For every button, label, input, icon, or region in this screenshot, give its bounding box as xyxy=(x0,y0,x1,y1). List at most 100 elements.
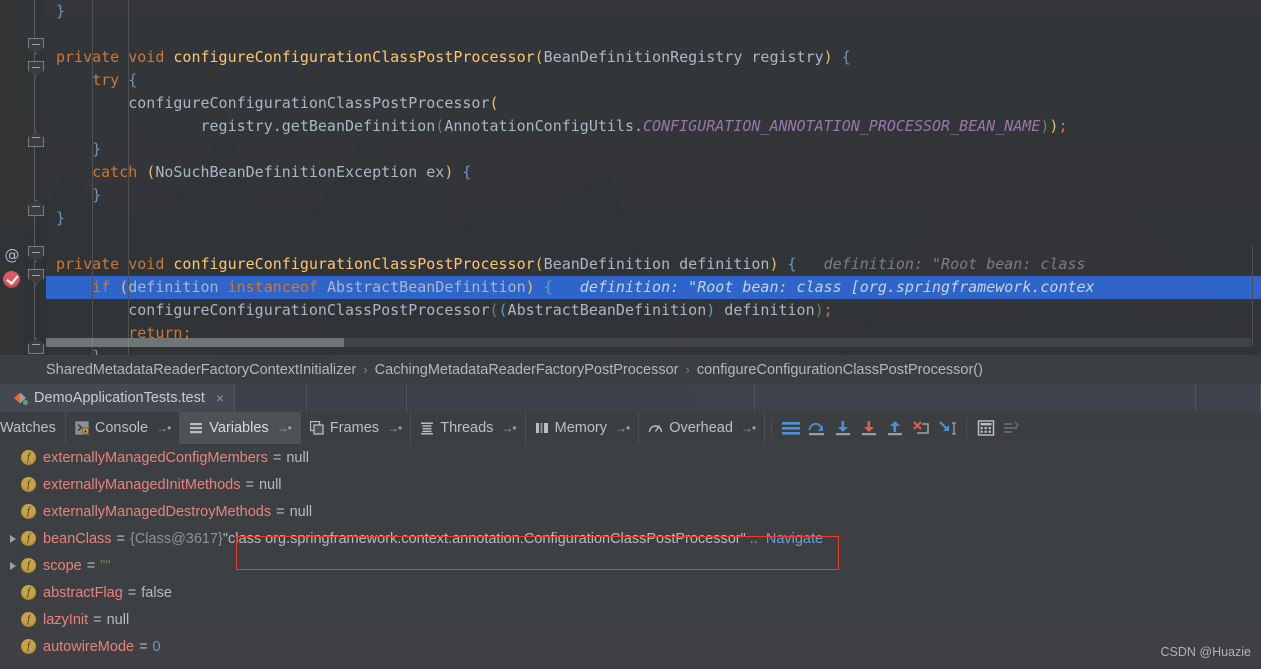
editor-right-margin xyxy=(1252,246,1253,346)
navigate-link[interactable]: Navigate xyxy=(766,531,823,547)
pin-icon[interactable]: →• xyxy=(615,421,630,435)
code-line[interactable]: } xyxy=(46,184,1261,207)
code-line[interactable]: } xyxy=(46,138,1261,161)
step-into-icon[interactable] xyxy=(830,415,856,441)
code-token: { xyxy=(462,163,472,181)
threads-icon xyxy=(420,421,434,435)
code-line[interactable]: } xyxy=(46,0,1261,23)
step-over-icon[interactable] xyxy=(804,415,830,441)
indent-guide xyxy=(92,69,93,92)
code-token: BeanDefinitionRegistry registry xyxy=(543,48,824,66)
tab-threads[interactable]: Threads →• xyxy=(411,412,526,444)
code-line[interactable]: private void configureConfigurationClass… xyxy=(46,253,1261,276)
variable-name: scope xyxy=(43,557,82,574)
variable-equals: = xyxy=(245,476,254,493)
breakpoint-verified-icon[interactable] xyxy=(3,271,20,288)
variable-row[interactable]: f beanClass = {Class@3617} "class org.sprin… xyxy=(0,525,1261,552)
field-icon: f xyxy=(21,585,36,600)
code-token: definition: "Root bean: class [org.sprin… xyxy=(552,278,1095,296)
code-line[interactable]: configureConfigurationClassPostProcessor… xyxy=(46,92,1261,115)
tab-overhead-label: Overhead xyxy=(669,420,733,436)
code-line[interactable]: private void configureConfigurationClass… xyxy=(46,46,1261,69)
watermark: CSDN @Huazie xyxy=(1160,645,1252,659)
indent-guide xyxy=(92,184,93,207)
run-to-cursor-icon[interactable] xyxy=(934,415,960,441)
pin-icon[interactable]: →• xyxy=(156,421,171,435)
run-tab-demo-application-tests[interactable]: DemoApplicationTests.test × xyxy=(0,384,236,412)
code-line[interactable]: try { xyxy=(46,69,1261,92)
step-out-icon[interactable] xyxy=(882,415,908,441)
pin-icon[interactable]: →• xyxy=(277,421,292,435)
variable-row[interactable]: f autowireMode = 0 xyxy=(0,633,1261,660)
code-token: configureConfigurationClassPostProcessor xyxy=(56,301,490,319)
code-token: ( xyxy=(146,163,156,181)
indent-guide xyxy=(128,207,129,230)
code-line[interactable]: catch (NoSuchBeanDefinitionException ex)… xyxy=(46,161,1261,184)
debugger-toolbar[interactable]: Watches Console →• Variables →• Frames →… xyxy=(0,412,1261,444)
tab-frames[interactable]: Frames →• xyxy=(301,412,412,444)
code-folding-strip[interactable] xyxy=(24,0,46,355)
pin-icon[interactable]: →• xyxy=(501,421,516,435)
variable-row[interactable]: f externallyManagedInitMethods = null xyxy=(0,471,1261,498)
show-execution-point-icon[interactable] xyxy=(778,415,804,441)
pin-icon[interactable]: →• xyxy=(387,421,402,435)
breadcrumb[interactable]: SharedMetadataReaderFactoryContextInitia… xyxy=(0,355,1261,384)
tab-console-label: Console xyxy=(94,420,149,436)
close-icon[interactable]: × xyxy=(216,390,224,406)
pin-icon[interactable]: →• xyxy=(741,421,756,435)
code-line[interactable] xyxy=(46,23,1261,46)
tab-variables[interactable]: Variables →• xyxy=(180,412,301,444)
force-step-into-icon[interactable] xyxy=(856,415,882,441)
code-line[interactable]: if (definition instanceof AbstractBeanDe… xyxy=(46,276,1261,299)
variable-row[interactable]: f scope = "" xyxy=(0,552,1261,579)
variable-row[interactable]: f lazyInit = null xyxy=(0,606,1261,633)
code-token: ( xyxy=(498,301,508,319)
breadcrumb-item[interactable]: CachingMetadataReaderFactoryPostProcesso… xyxy=(375,362,679,378)
variable-row[interactable]: f externallyManagedDestroyMethods = null xyxy=(0,498,1261,525)
editor-hscrollbar-thumb[interactable] xyxy=(46,338,344,347)
indent-guide xyxy=(128,161,129,184)
code-line[interactable]: registry.getBeanDefinition(AnnotationCon… xyxy=(46,115,1261,138)
code-token: { xyxy=(841,48,851,66)
tab-watches[interactable]: Watches xyxy=(0,412,66,444)
tab-frames-label: Frames xyxy=(329,420,380,436)
evaluate-expression-icon[interactable] xyxy=(973,415,999,441)
variable-row[interactable]: f abstractFlag = false xyxy=(0,579,1261,606)
variable-equals: = xyxy=(93,611,102,628)
code-line[interactable]: configureConfigurationClassPostProcessor… xyxy=(46,299,1261,322)
tab-overhead[interactable]: Overhead →• xyxy=(639,412,766,444)
code-line[interactable]: } xyxy=(46,207,1261,230)
drop-frame-icon[interactable] xyxy=(908,415,934,441)
code-token: AnnotationConfigUtils. xyxy=(444,117,644,135)
tab-memory[interactable]: Memory →• xyxy=(526,412,640,444)
tab-watches-label: Watches xyxy=(0,420,56,436)
code-token: definition: "Root bean: class xyxy=(796,255,1086,273)
variable-row[interactable]: f externallyManagedConfigMembers = null xyxy=(0,444,1261,471)
code-token: NoSuchBeanDefinitionException ex xyxy=(155,163,445,181)
show-as-list-icon[interactable] xyxy=(999,415,1025,441)
code-text[interactable]: } private void configureConfigurationClas… xyxy=(46,0,1261,355)
variable-equals: = xyxy=(116,530,125,547)
breadcrumb-item[interactable]: configureConfigurationClassPostProcessor… xyxy=(697,362,983,378)
code-token: } xyxy=(56,2,66,20)
tab-console[interactable]: Console →• xyxy=(66,412,181,444)
indent-guide xyxy=(92,92,93,115)
expand-arrow-icon[interactable] xyxy=(6,559,20,573)
breadcrumb-item[interactable]: SharedMetadataReaderFactoryContextInitia… xyxy=(46,362,356,378)
code-line[interactable] xyxy=(46,230,1261,253)
indent-guide xyxy=(128,230,129,253)
code-token: ) xyxy=(444,163,454,181)
run-tool-window-tabs[interactable]: DemoApplicationTests.test × xyxy=(0,384,1261,412)
variable-name: abstractFlag xyxy=(43,584,123,601)
editor-gutter[interactable]: @ xyxy=(0,0,24,355)
expand-arrow-icon[interactable] xyxy=(6,532,20,546)
variables-panel[interactable]: f externallyManagedConfigMembers = null f ext… xyxy=(0,444,1261,669)
code-editor[interactable]: @ } private void configureConfigurationCl… xyxy=(0,0,1261,355)
code-token: private xyxy=(56,255,120,273)
